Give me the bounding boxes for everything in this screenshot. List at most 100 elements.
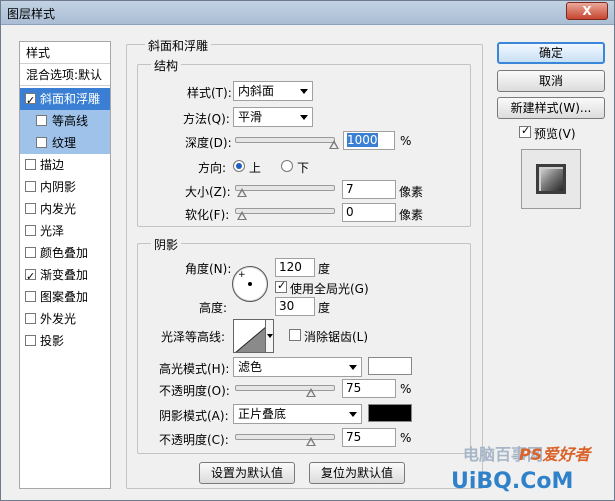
highlight-opacity-value: 75 [346, 381, 362, 395]
close-button[interactable]: X [566, 2, 608, 20]
inner-shadow-checkbox[interactable] [25, 181, 36, 192]
sidebar-item-contour[interactable]: 等高线 [20, 110, 110, 132]
angle-input[interactable]: 120 [275, 258, 315, 277]
sidebar-item-label: 纹理 [52, 136, 77, 150]
ok-button[interactable]: 确定 [497, 42, 605, 64]
direction-up-radio[interactable] [233, 160, 245, 172]
sidebar-item-label: 光泽 [40, 224, 65, 238]
soften-input[interactable]: 0 [342, 203, 396, 222]
global-light-label[interactable]: 使用全局光(G) [290, 280, 369, 297]
sidebar-item-label: 投影 [40, 334, 65, 348]
contour-checkbox[interactable] [36, 115, 47, 126]
soften-unit: 像素 [399, 208, 424, 222]
watermark-text: PS爱好者 [519, 445, 591, 464]
highlight-color-swatch[interactable] [368, 357, 412, 375]
highlight-mode-label: 高光模式(H): [159, 362, 230, 376]
shadow-color-swatch[interactable] [368, 404, 412, 422]
shadow-opacity-value: 75 [346, 430, 362, 444]
preview-checkbox[interactable] [519, 124, 531, 138]
sidebar-item-label: 内发光 [40, 202, 77, 216]
preview-label[interactable]: 预览(V) [534, 125, 576, 142]
shadow-opacity-thumb[interactable] [306, 437, 316, 446]
outer-glow-checkbox[interactable] [25, 313, 36, 324]
bevel-emboss-title: 斜面和浮雕 [145, 37, 212, 54]
soften-slider[interactable] [235, 208, 335, 220]
sidebar-item-color-overlay[interactable]: 颜色叠加 [20, 242, 110, 264]
gloss-contour-dropdown[interactable] [265, 319, 274, 353]
depth-slider[interactable] [235, 137, 339, 149]
sidebar-item-pattern-overlay[interactable]: 图案叠加 [20, 286, 110, 308]
highlight-opacity-input[interactable]: 75 [342, 379, 396, 398]
angle-unit: 度 [318, 262, 331, 276]
cancel-button[interactable]: 取消 [497, 70, 605, 92]
sidebar-item-stroke[interactable]: 描边 [20, 154, 110, 176]
technique-select[interactable]: 平滑 [233, 107, 313, 127]
soften-slider-thumb[interactable] [237, 211, 247, 220]
stroke-checkbox[interactable] [25, 159, 36, 170]
soften-label: 软化(F): [185, 208, 230, 222]
sidebar-item-label: 等高线 [52, 114, 89, 128]
preview-swatch [536, 164, 566, 194]
technique-select-value: 平滑 [238, 110, 263, 124]
angle-value: 120 [279, 260, 302, 274]
chevron-down-icon [349, 412, 357, 417]
style-label: 样式(T): [187, 86, 232, 100]
style-select[interactable]: 内斜面 [233, 81, 313, 101]
sidebar-item-label: 内阴影 [40, 180, 77, 194]
direction-down-radio[interactable] [281, 160, 293, 172]
sidebar-item-inner-glow[interactable]: 内发光 [20, 198, 110, 220]
structure-title: 结构 [151, 57, 182, 74]
size-slider-thumb[interactable] [237, 188, 247, 197]
sidebar-item-drop-shadow[interactable]: 投影 [20, 330, 110, 352]
bevel-checkbox[interactable] [25, 90, 36, 112]
shadow-opacity-unit: % [400, 431, 412, 445]
inner-glow-checkbox[interactable] [25, 203, 36, 214]
layer-style-dialog: 图层样式 X 样式 混合选项:默认 斜面和浮雕 等高线 纹理 描边 内阴影 内发… [0, 0, 615, 501]
depth-input[interactable]: 1000 [343, 131, 395, 150]
sidebar-item-label: 外发光 [40, 312, 77, 326]
highlight-opacity-label: 不透明度(O): [159, 384, 230, 398]
sidebar-item-texture[interactable]: 纹理 [20, 132, 110, 154]
depth-slider-thumb[interactable] [329, 140, 339, 149]
shadow-mode-select[interactable]: 正片叠底 [233, 404, 362, 424]
sidebar-item-satin[interactable]: 光泽 [20, 220, 110, 242]
shadow-opacity-slider[interactable] [235, 434, 335, 446]
drop-shadow-checkbox[interactable] [25, 335, 36, 346]
gradient-overlay-checkbox[interactable] [25, 266, 36, 288]
size-input[interactable]: 7 [342, 180, 396, 199]
highlight-opacity-slider[interactable] [235, 385, 335, 397]
sidebar-item-bevel-emboss[interactable]: 斜面和浮雕 [20, 88, 110, 112]
texture-checkbox[interactable] [36, 137, 47, 148]
direction-label: 方向: [198, 161, 227, 175]
direction-up-label[interactable]: 上 [249, 159, 261, 176]
anti-aliased-label[interactable]: 消除锯齿(L) [304, 328, 368, 345]
blending-options-item[interactable]: 混合选项:默认 [20, 64, 110, 86]
satin-checkbox[interactable] [25, 225, 36, 236]
styles-header[interactable]: 样式 [20, 42, 110, 64]
sidebar-item-inner-shadow[interactable]: 内阴影 [20, 176, 110, 198]
angle-label: 角度(N): [185, 262, 232, 276]
set-default-button[interactable]: 设置为默认值 [199, 462, 295, 484]
angle-dial[interactable]: + [232, 266, 268, 302]
sidebar-item-outer-glow[interactable]: 外发光 [20, 308, 110, 330]
highlight-mode-select[interactable]: 滤色 [233, 357, 362, 377]
altitude-input[interactable]: 30 [275, 297, 315, 316]
chevron-down-icon [300, 115, 308, 120]
highlight-opacity-thumb[interactable] [306, 388, 316, 397]
new-style-button[interactable]: 新建样式(W)... [497, 97, 605, 119]
crosshair-icon: + [238, 270, 246, 280]
altitude-value: 30 [279, 299, 295, 313]
sidebar-item-label: 颜色叠加 [40, 246, 89, 260]
color-overlay-checkbox[interactable] [25, 247, 36, 258]
global-light-checkbox[interactable] [275, 279, 287, 293]
highlight-opacity-unit: % [400, 382, 412, 396]
direction-down-label[interactable]: 下 [297, 159, 309, 176]
anti-aliased-checkbox[interactable] [289, 329, 301, 341]
sidebar-item-gradient-overlay[interactable]: 渐变叠加 [20, 264, 110, 288]
shadow-opacity-label: 不透明度(C): [159, 433, 229, 447]
pattern-overlay-checkbox[interactable] [25, 291, 36, 302]
shadow-opacity-input[interactable]: 75 [342, 428, 396, 447]
watermark-logo: 电脑百事网 PS爱好者 UiBQ.CoM [441, 433, 613, 499]
reset-default-button[interactable]: 复位为默认值 [309, 462, 405, 484]
size-slider[interactable] [235, 185, 335, 197]
